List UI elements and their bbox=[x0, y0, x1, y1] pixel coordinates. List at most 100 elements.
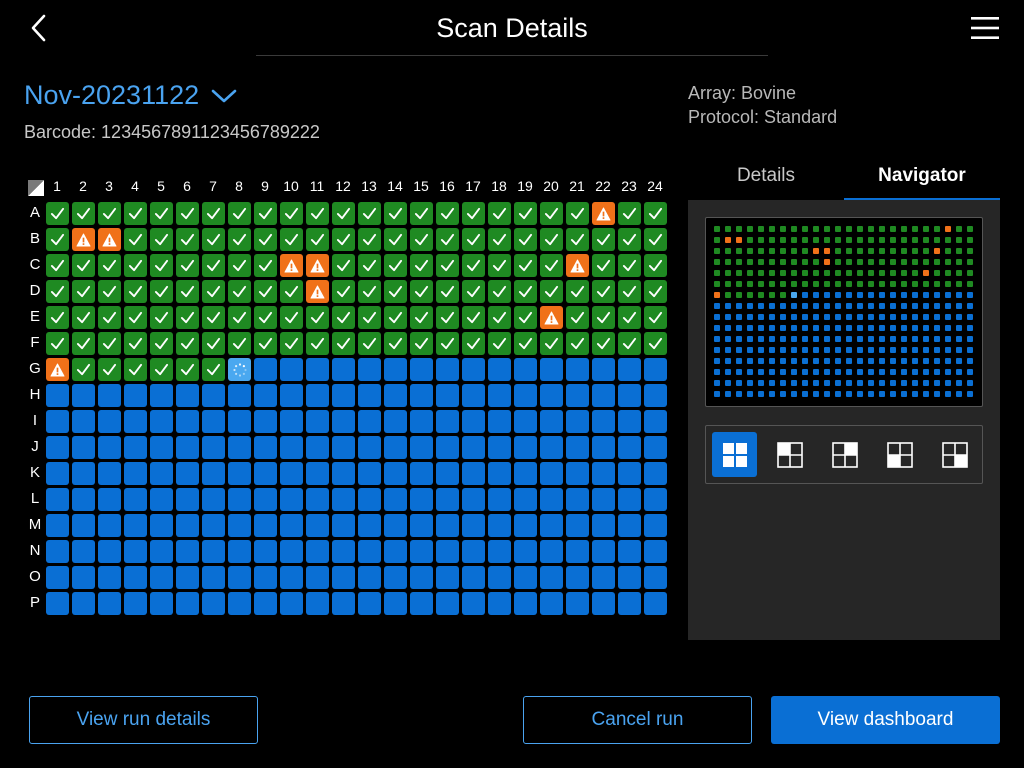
tab-navigator[interactable]: Navigator bbox=[844, 156, 1000, 200]
well-O17[interactable] bbox=[462, 566, 485, 589]
well-G11[interactable] bbox=[306, 358, 329, 381]
well-F23[interactable] bbox=[618, 332, 641, 355]
well-I6[interactable] bbox=[176, 410, 199, 433]
well-P16[interactable] bbox=[436, 592, 459, 615]
well-O24[interactable] bbox=[644, 566, 667, 589]
well-A14[interactable] bbox=[384, 202, 407, 225]
well-M24[interactable] bbox=[644, 514, 667, 537]
well-N18[interactable] bbox=[488, 540, 511, 563]
well-D5[interactable] bbox=[150, 280, 173, 303]
well-N23[interactable] bbox=[618, 540, 641, 563]
well-A8[interactable] bbox=[228, 202, 251, 225]
well-D20[interactable] bbox=[540, 280, 563, 303]
well-I15[interactable] bbox=[410, 410, 433, 433]
well-N17[interactable] bbox=[462, 540, 485, 563]
row-label[interactable]: C bbox=[26, 256, 44, 273]
well-N7[interactable] bbox=[202, 540, 225, 563]
column-label[interactable]: 7 bbox=[202, 178, 224, 194]
well-G14[interactable] bbox=[384, 358, 407, 381]
well-P19[interactable] bbox=[514, 592, 537, 615]
column-label[interactable]: 15 bbox=[410, 178, 432, 194]
well-P24[interactable] bbox=[644, 592, 667, 615]
well-E13[interactable] bbox=[358, 306, 381, 329]
well-I3[interactable] bbox=[98, 410, 121, 433]
well-M2[interactable] bbox=[72, 514, 95, 537]
well-N11[interactable] bbox=[306, 540, 329, 563]
well-J4[interactable] bbox=[124, 436, 147, 459]
well-E1[interactable] bbox=[46, 306, 69, 329]
well-E6[interactable] bbox=[176, 306, 199, 329]
well-C13[interactable] bbox=[358, 254, 381, 277]
well-A11[interactable] bbox=[306, 202, 329, 225]
well-C5[interactable] bbox=[150, 254, 173, 277]
well-D11[interactable] bbox=[306, 280, 329, 303]
well-E14[interactable] bbox=[384, 306, 407, 329]
well-F5[interactable] bbox=[150, 332, 173, 355]
well-I23[interactable] bbox=[618, 410, 641, 433]
well-P12[interactable] bbox=[332, 592, 355, 615]
well-C14[interactable] bbox=[384, 254, 407, 277]
column-label[interactable]: 18 bbox=[488, 178, 510, 194]
column-label[interactable]: 6 bbox=[176, 178, 198, 194]
well-H14[interactable] bbox=[384, 384, 407, 407]
row-label[interactable]: N bbox=[26, 542, 44, 559]
column-label[interactable]: 23 bbox=[618, 178, 640, 194]
column-label[interactable]: 2 bbox=[72, 178, 94, 194]
well-E21[interactable] bbox=[566, 306, 589, 329]
well-F9[interactable] bbox=[254, 332, 277, 355]
well-E20[interactable] bbox=[540, 306, 563, 329]
menu-button[interactable] bbox=[970, 14, 1000, 42]
well-H17[interactable] bbox=[462, 384, 485, 407]
well-E10[interactable] bbox=[280, 306, 303, 329]
well-B22[interactable] bbox=[592, 228, 615, 251]
well-H8[interactable] bbox=[228, 384, 251, 407]
well-F2[interactable] bbox=[72, 332, 95, 355]
well-D19[interactable] bbox=[514, 280, 537, 303]
column-label[interactable]: 5 bbox=[150, 178, 172, 194]
well-J10[interactable] bbox=[280, 436, 303, 459]
well-B14[interactable] bbox=[384, 228, 407, 251]
well-P7[interactable] bbox=[202, 592, 225, 615]
well-B11[interactable] bbox=[306, 228, 329, 251]
well-H20[interactable] bbox=[540, 384, 563, 407]
well-P5[interactable] bbox=[150, 592, 173, 615]
well-P20[interactable] bbox=[540, 592, 563, 615]
well-J11[interactable] bbox=[306, 436, 329, 459]
row-label[interactable]: A bbox=[26, 204, 44, 221]
well-H19[interactable] bbox=[514, 384, 537, 407]
well-F4[interactable] bbox=[124, 332, 147, 355]
well-H22[interactable] bbox=[592, 384, 615, 407]
well-O4[interactable] bbox=[124, 566, 147, 589]
well-F13[interactable] bbox=[358, 332, 381, 355]
well-A6[interactable] bbox=[176, 202, 199, 225]
well-C15[interactable] bbox=[410, 254, 433, 277]
well-D18[interactable] bbox=[488, 280, 511, 303]
well-F21[interactable] bbox=[566, 332, 589, 355]
well-L17[interactable] bbox=[462, 488, 485, 511]
well-L1[interactable] bbox=[46, 488, 69, 511]
well-B15[interactable] bbox=[410, 228, 433, 251]
well-A24[interactable] bbox=[644, 202, 667, 225]
well-D22[interactable] bbox=[592, 280, 615, 303]
well-F12[interactable] bbox=[332, 332, 355, 355]
well-L3[interactable] bbox=[98, 488, 121, 511]
well-E12[interactable] bbox=[332, 306, 355, 329]
well-I19[interactable] bbox=[514, 410, 537, 433]
well-G18[interactable] bbox=[488, 358, 511, 381]
well-G15[interactable] bbox=[410, 358, 433, 381]
well-I16[interactable] bbox=[436, 410, 459, 433]
well-I13[interactable] bbox=[358, 410, 381, 433]
well-D2[interactable] bbox=[72, 280, 95, 303]
column-label[interactable]: 24 bbox=[644, 178, 666, 194]
well-I9[interactable] bbox=[254, 410, 277, 433]
well-J5[interactable] bbox=[150, 436, 173, 459]
column-label[interactable]: 13 bbox=[358, 178, 380, 194]
well-O16[interactable] bbox=[436, 566, 459, 589]
well-F14[interactable] bbox=[384, 332, 407, 355]
well-I20[interactable] bbox=[540, 410, 563, 433]
well-H23[interactable] bbox=[618, 384, 641, 407]
well-O10[interactable] bbox=[280, 566, 303, 589]
quadrant-4-button[interactable] bbox=[932, 432, 977, 477]
row-label[interactable]: G bbox=[26, 360, 44, 377]
well-A20[interactable] bbox=[540, 202, 563, 225]
